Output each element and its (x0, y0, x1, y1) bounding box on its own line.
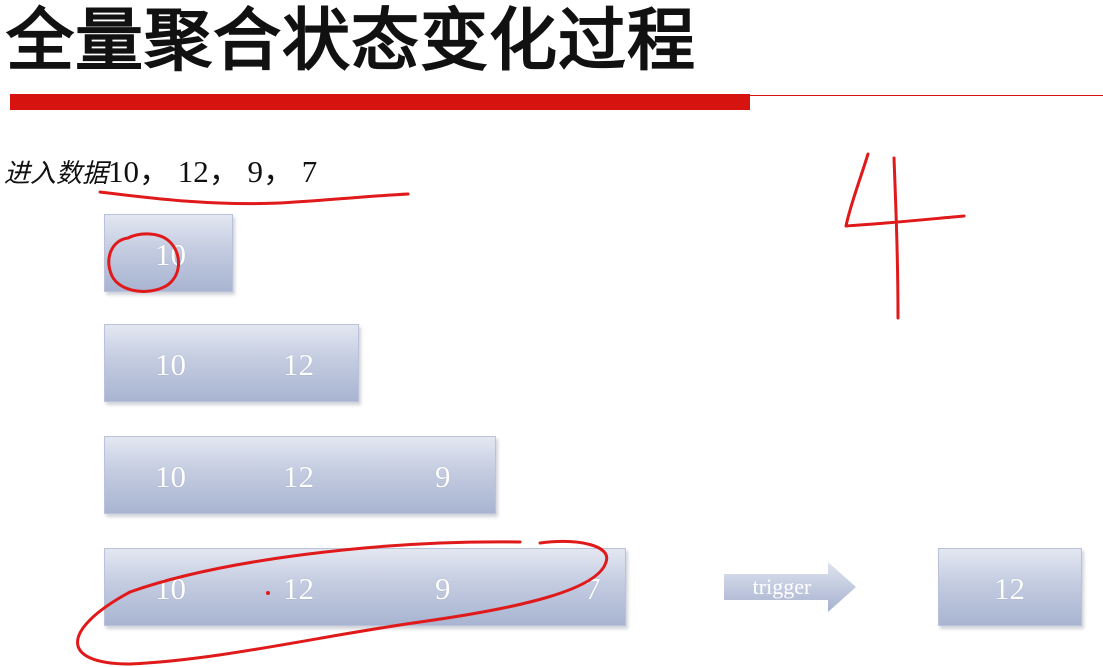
state-value: 10 (155, 237, 186, 272)
state-value: 12 (283, 347, 314, 382)
underline-stroke (98, 190, 410, 206)
state-value: 12 (283, 459, 314, 494)
state-value: 7 (585, 571, 601, 606)
trigger-arrow: trigger (724, 562, 856, 612)
input-label: 进入数据 (4, 159, 109, 189)
state-value: 10 (155, 459, 186, 494)
input-values: 10， 12， 9， 7 (108, 154, 318, 189)
state-row-3: 10 12 9 (104, 436, 496, 514)
state-value: 12 (283, 571, 314, 606)
state-value: 9 (435, 459, 451, 494)
trigger-result-box: 12 (938, 548, 1082, 626)
state-row-1: 10 (104, 214, 233, 292)
state-value: 9 (435, 571, 451, 606)
state-value: 10 (155, 571, 186, 606)
state-row-2: 10 12 (104, 324, 359, 402)
state-value: 10 (155, 347, 186, 382)
result-value: 12 (994, 571, 1025, 606)
title-accent-bar (10, 94, 750, 110)
input-data-line: 进入数据10， 12， 9， 7 (4, 146, 317, 191)
trigger-label: trigger (752, 574, 812, 599)
slide-title: 全量聚合状态变化过程 (6, 2, 697, 81)
number-4-stroke (844, 152, 966, 320)
title-divider-line (750, 95, 1103, 96)
state-row-4: 10 12 9 7 (104, 548, 626, 626)
